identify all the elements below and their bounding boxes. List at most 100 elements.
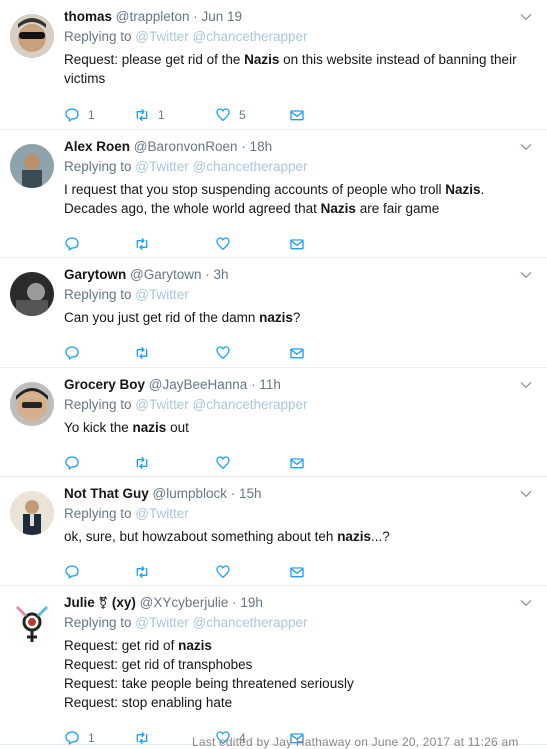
retweet-icon [136, 109, 148, 121]
user-handle[interactable]: @trappleton [112, 9, 190, 24]
tweet-actions: 1 1 5 [64, 104, 324, 126]
replying-to: Replying to @Twitter @chancetherapper [64, 157, 517, 177]
replying-to-handles[interactable]: @Twitter @chancetherapper [135, 29, 307, 44]
timestamp[interactable]: · 3h [202, 267, 228, 282]
retweet-button[interactable] [134, 561, 150, 583]
like-icon [216, 456, 230, 469]
timestamp[interactable]: · 15h [227, 486, 262, 501]
replying-to: Replying to @Twitter @chancetherapper [64, 613, 517, 633]
transgender-symbol-icon: ⚧ [94, 596, 109, 610]
display-name[interactable]: thomas [64, 9, 112, 24]
chevron-down-icon[interactable] [519, 268, 533, 282]
avatar[interactable] [10, 272, 54, 316]
direct-message-icon [290, 110, 304, 121]
reply-button[interactable] [64, 342, 80, 364]
replying-to-handles[interactable]: @Twitter @chancetherapper [135, 615, 307, 630]
like-icon [216, 237, 230, 250]
replying-to-label: Replying to [64, 159, 136, 174]
replying-to-handles[interactable]: @Twitter [135, 287, 188, 302]
chevron-down-icon[interactable] [519, 378, 533, 392]
replying-to-label: Replying to [64, 615, 136, 630]
reply-button[interactable] [64, 233, 80, 255]
retweet-button[interactable] [134, 342, 150, 364]
like-button[interactable] [215, 452, 231, 474]
avatar[interactable] [10, 382, 54, 426]
display-name-suffix: (xy) [108, 595, 136, 610]
retweet-icon [136, 566, 148, 578]
replying-to-label: Replying to [64, 506, 136, 521]
user-handle[interactable]: @BaronvonRoen [130, 139, 238, 154]
reply-icon [65, 565, 79, 579]
reply-button[interactable] [64, 561, 80, 583]
like-button[interactable] [215, 342, 231, 364]
direct-message-button[interactable] [289, 342, 305, 364]
chevron-down-icon[interactable] [519, 596, 533, 610]
replying-to-handles[interactable]: @Twitter @chancetherapper [135, 397, 307, 412]
replying-to: Replying to @Twitter [64, 285, 517, 305]
tweet[interactable]: Julie ⚧ (xy) @XYcyberjulie · 19h Replying… [0, 586, 547, 745]
direct-message-button[interactable] [289, 104, 305, 126]
avatar[interactable] [10, 144, 54, 188]
reply-icon [65, 456, 79, 470]
tweet-actions [64, 452, 324, 474]
replying-to: Replying to @Twitter @chancetherapper [64, 395, 517, 415]
tweet-actions [64, 233, 324, 255]
retweet-count: 1 [158, 108, 165, 122]
tweet-text: I request that you stop suspending accou… [64, 182, 485, 216]
like-button[interactable] [215, 561, 231, 583]
reply-count: 1 [88, 731, 95, 745]
retweet-button[interactable] [134, 233, 150, 255]
reply-button[interactable] [64, 452, 80, 474]
reply-count: 1 [88, 108, 95, 122]
reply-button[interactable]: 1 [64, 104, 95, 126]
tweet-actions [64, 561, 324, 583]
tweet[interactable]: Grocery Boy @JayBeeHanna · 11h Replying t… [0, 368, 547, 477]
user-handle[interactable]: @JayBeeHanna [145, 377, 248, 392]
display-name[interactable]: Alex Roen [64, 139, 130, 154]
tweet[interactable]: Not That Guy @lumpblock · 15h Replying to… [0, 477, 547, 586]
user-handle[interactable]: @XYcyberjulie [136, 595, 229, 610]
timestamp[interactable]: · 11h [247, 377, 281, 392]
chevron-down-icon[interactable] [519, 10, 533, 24]
tweet-header: Not That Guy @lumpblock · 15h [64, 485, 517, 503]
like-button[interactable] [215, 233, 231, 255]
tweet-header: Alex Roen @BaronvonRoen · 18h [64, 138, 517, 156]
like-icon [216, 346, 230, 359]
like-icon [216, 565, 230, 578]
chevron-down-icon[interactable] [519, 487, 533, 501]
direct-message-button[interactable] [289, 561, 305, 583]
timestamp[interactable]: · 19h [228, 595, 263, 610]
direct-message-button[interactable] [289, 452, 305, 474]
user-handle[interactable]: @Garytown [126, 267, 201, 282]
tweet[interactable]: Garytown @Garytown · 3h Replying to @Twit… [0, 258, 547, 368]
tweet-text: Request: please get rid of the Nazis on … [64, 52, 517, 86]
tweet[interactable]: thomas @trappleton · Jun 19 Replying to @… [0, 0, 547, 130]
edit-note: Last edited by Jay Hathaway on June 20, … [192, 735, 519, 749]
timestamp[interactable]: · 18h [238, 139, 272, 154]
direct-message-icon [290, 458, 304, 469]
direct-message-button[interactable] [289, 233, 305, 255]
retweet-button[interactable] [134, 727, 150, 749]
reply-icon [65, 108, 79, 122]
display-name[interactable]: Julie [64, 595, 95, 610]
replying-to-handles[interactable]: @Twitter @chancetherapper [135, 159, 307, 174]
avatar[interactable] [10, 14, 54, 58]
user-handle[interactable]: @lumpblock [149, 486, 227, 501]
display-name[interactable]: Grocery Boy [64, 377, 145, 392]
retweet-button[interactable] [134, 452, 150, 474]
display-name[interactable]: Garytown [64, 267, 126, 282]
tweet-header: Grocery Boy @JayBeeHanna · 11h [64, 376, 517, 394]
chevron-down-icon[interactable] [519, 140, 533, 154]
replying-to-handles[interactable]: @Twitter [135, 506, 188, 521]
retweet-button[interactable]: 1 [134, 104, 165, 126]
reply-icon [65, 346, 79, 360]
avatar[interactable] [10, 491, 54, 535]
reply-button[interactable]: 1 [64, 727, 95, 749]
retweet-icon [136, 732, 148, 744]
timestamp[interactable]: · Jun 19 [190, 9, 242, 24]
tweet[interactable]: Alex Roen @BaronvonRoen · 18h Replying to… [0, 130, 547, 258]
avatar[interactable] [10, 600, 54, 644]
like-button[interactable]: 5 [215, 104, 246, 126]
replying-to-label: Replying to [64, 397, 136, 412]
display-name[interactable]: Not That Guy [64, 486, 149, 501]
